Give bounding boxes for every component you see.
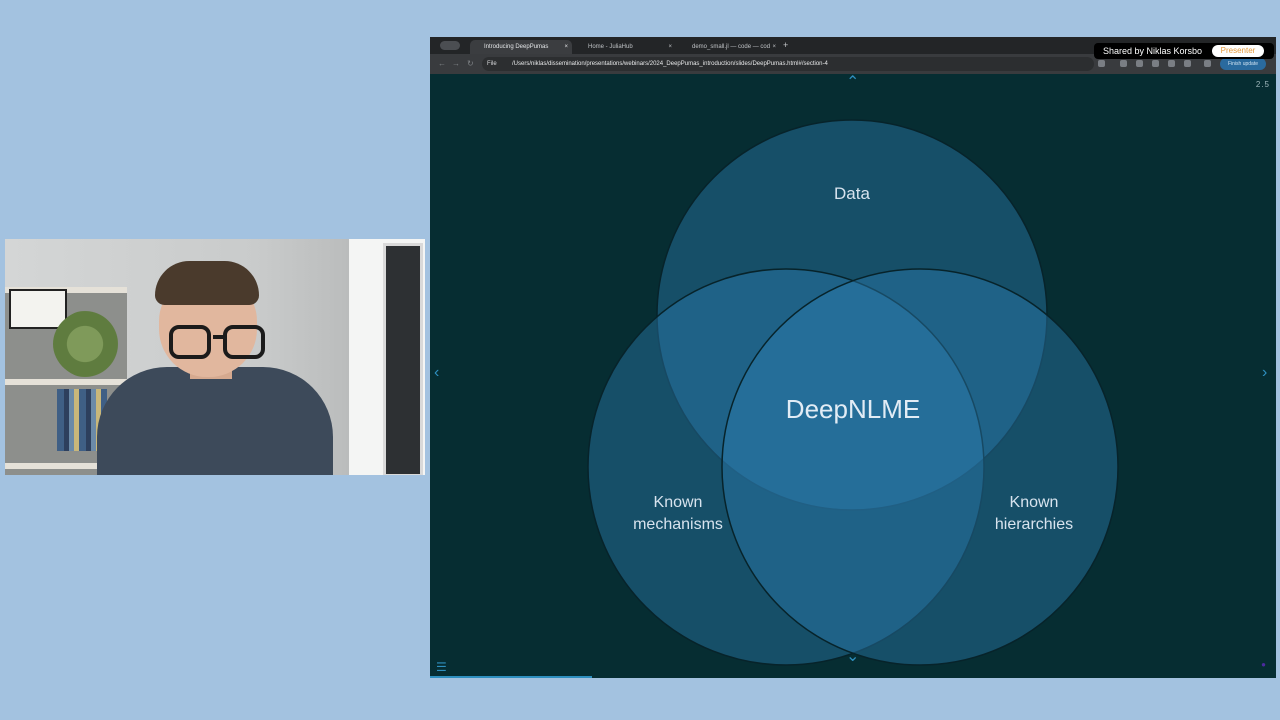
chevron-right-icon[interactable]: › bbox=[1262, 364, 1267, 382]
venn-diagram bbox=[587, 119, 1119, 666]
tab-label: Home - JuliaHub bbox=[588, 44, 633, 50]
venn-label-known-hierarchies: Known hierarchies bbox=[994, 494, 1074, 533]
extension-icon[interactable] bbox=[1152, 60, 1159, 67]
tab-label: Introducing DeepPumas bbox=[484, 44, 549, 50]
url-field[interactable]: File /Users/niklas/dissemination/present… bbox=[482, 57, 1094, 71]
picture-frame bbox=[9, 289, 67, 329]
screen-share-banner: Shared by Niklas Korsbo Presenter bbox=[1094, 43, 1274, 59]
extension-icon[interactable] bbox=[1136, 60, 1143, 67]
presentation-slide: 2.5 Data DeepNLME Known mechanisms Known… bbox=[430, 74, 1276, 678]
venn-label-data: Data bbox=[834, 184, 870, 203]
presenter bbox=[97, 255, 333, 475]
circle-known-hierarchies bbox=[721, 268, 1119, 666]
venn-label-center: DeepNLME bbox=[785, 394, 921, 424]
tab-home-juliahub[interactable]: Home - JuliaHub × bbox=[574, 40, 676, 54]
url-scheme: File bbox=[487, 61, 497, 67]
chevron-left-icon[interactable]: ‹ bbox=[434, 364, 439, 382]
extension-icon[interactable] bbox=[1120, 60, 1127, 67]
tab-demo-small[interactable]: demo_small.jl — code — cod × bbox=[678, 40, 780, 54]
slide-progress-bar bbox=[430, 676, 592, 678]
shared-browser-window: Introducing DeepPumas × Home - JuliaHub … bbox=[430, 37, 1276, 678]
close-tab-icon[interactable]: × bbox=[668, 40, 672, 54]
extension-icon[interactable] bbox=[1184, 60, 1191, 67]
slide-number: 2.5 bbox=[1255, 80, 1270, 89]
tab-label: demo_small.jl — code — cod bbox=[692, 44, 771, 50]
shared-by-label: Shared by Niklas Korsbo bbox=[1103, 46, 1203, 56]
window bbox=[349, 239, 425, 475]
bookmark-icon[interactable] bbox=[1098, 60, 1105, 67]
profile-icon[interactable] bbox=[1204, 60, 1211, 67]
menu-icon[interactable]: ☰ bbox=[436, 660, 447, 674]
venn-label-known-mechanisms: Known mechanisms bbox=[633, 494, 723, 533]
chevron-down-icon[interactable]: ⌄ bbox=[846, 646, 859, 666]
close-tab-icon[interactable]: × bbox=[772, 40, 776, 54]
chevron-up-icon[interactable]: ⌃ bbox=[846, 72, 859, 92]
presenter-badge: Presenter bbox=[1212, 45, 1264, 57]
tab-introducing-deeppumas[interactable]: Introducing DeepPumas × bbox=[470, 40, 572, 54]
brand-logo-icon: ● bbox=[1261, 660, 1266, 669]
back-icon[interactable]: ← bbox=[438, 59, 446, 68]
presenter-video bbox=[5, 239, 425, 475]
new-tab-button[interactable]: + bbox=[783, 40, 788, 50]
finish-update-button[interactable]: Finish update bbox=[1220, 58, 1266, 70]
window-controls[interactable] bbox=[440, 41, 460, 50]
extension-icon[interactable] bbox=[1168, 60, 1175, 67]
url-text: /Users/niklas/dissemination/presentation… bbox=[512, 61, 828, 67]
close-tab-icon[interactable]: × bbox=[564, 40, 568, 54]
reload-icon[interactable]: ↻ bbox=[467, 59, 474, 68]
forward-icon[interactable]: → bbox=[452, 59, 460, 68]
